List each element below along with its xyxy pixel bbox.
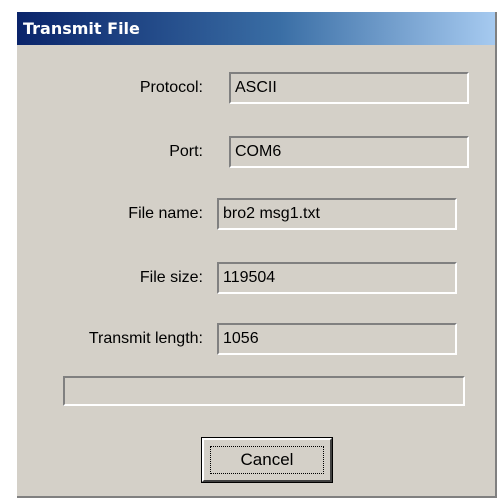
window-title: Transmit File [23, 19, 140, 38]
title-bar[interactable]: Transmit File [17, 12, 495, 45]
cancel-button-label: Cancel [210, 446, 324, 474]
file-size-label: File size: [139, 269, 203, 286]
transmit-length-row: Transmit length: 1056 [17, 323, 495, 355]
file-size-field: 119504 [217, 262, 457, 294]
file-size-row: File size: 119504 [17, 262, 495, 294]
port-label: Port: [169, 143, 203, 160]
cancel-button[interactable]: Cancel [201, 437, 333, 483]
transmit-length-label: Transmit length: [88, 330, 203, 347]
protocol-row: Protocol: ASCII [17, 72, 495, 104]
transmit-file-dialog: Transmit File Protocol: ASCII Port: COM6… [17, 12, 497, 498]
transfer-progress-bar [63, 376, 465, 406]
port-row: Port: COM6 [17, 136, 495, 168]
protocol-label: Protocol: [139, 79, 203, 96]
file-name-field: bro2 msg1.txt [217, 198, 457, 230]
file-name-row: File name: bro2 msg1.txt [17, 198, 495, 230]
port-field: COM6 [229, 136, 469, 168]
file-name-label: File name: [128, 205, 203, 222]
transmit-length-field: 1056 [217, 323, 457, 355]
protocol-field: ASCII [229, 72, 469, 104]
